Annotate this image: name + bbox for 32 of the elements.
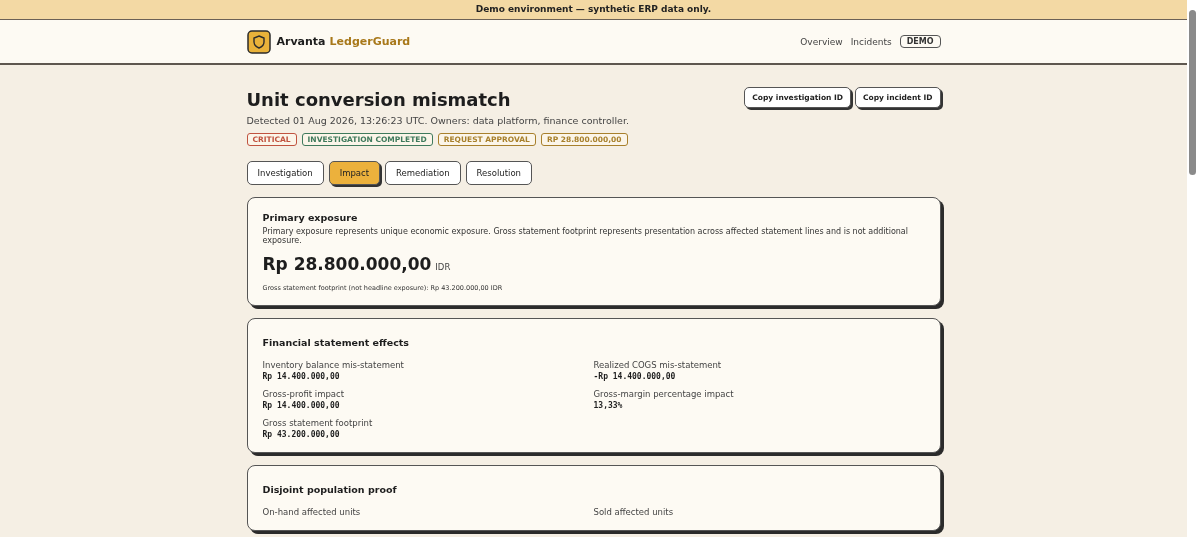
nav-link[interactable]: Overview bbox=[800, 36, 843, 47]
currency-code: IDR bbox=[435, 262, 451, 272]
field-label: On-hand affected units bbox=[262, 507, 362, 517]
brand-product: LedgerGuard bbox=[329, 35, 411, 48]
exposure-amount: Rp 28.800.000,00 bbox=[262, 254, 432, 274]
nav-link[interactable]: Incidents bbox=[850, 36, 892, 47]
field-value: Rp 14.400.000,00 bbox=[262, 372, 341, 381]
card-title: Financial statement effects bbox=[262, 336, 410, 348]
environment-badge: DEMO bbox=[899, 35, 941, 48]
card-description: Primary exposure represents unique economic exposure. Gross statement footprint represents presentation across affected statement lines and is not additional exposure. bbox=[262, 227, 909, 245]
field-value: -Rp 14.400.000,00 bbox=[593, 372, 677, 381]
field-label: Gross-margin percentage impact bbox=[593, 389, 735, 399]
tab[interactable]: Impact bbox=[328, 161, 381, 185]
scrollbar-thumb[interactable] bbox=[1189, 10, 1196, 175]
shield-logo-icon bbox=[246, 29, 271, 54]
brand-name: Arvanta bbox=[276, 35, 326, 48]
tab[interactable]: Resolution bbox=[465, 161, 532, 185]
field-label: Realized COGS mis-statement bbox=[593, 360, 723, 370]
demo-banner: Demo environment — synthetic ERP data only. bbox=[0, 0, 1187, 20]
field-value: Rp 14.400.000,00 bbox=[262, 401, 341, 410]
tab[interactable]: Investigation bbox=[246, 161, 324, 185]
field-value: Rp 43.200.000,00 bbox=[262, 430, 341, 439]
card-title: Primary exposure bbox=[262, 212, 359, 223]
field-label: Gross-profit impact bbox=[262, 389, 346, 399]
card-title: Disjoint population proof bbox=[262, 483, 398, 495]
incident-title: Unit conversion mismatch bbox=[246, 88, 511, 110]
field-label: Gross statement footprint bbox=[262, 418, 374, 428]
field-label: Sold affected units bbox=[593, 507, 675, 517]
field-value: 13,33% bbox=[593, 401, 624, 410]
tab[interactable]: Remediation bbox=[385, 161, 461, 185]
field-label: Inventory balance mis-statement bbox=[262, 360, 405, 370]
incident-meta: Detected 01 Aug 2026, 13:26:23 UTC. Owners: data platform, finance controller. bbox=[246, 115, 630, 126]
